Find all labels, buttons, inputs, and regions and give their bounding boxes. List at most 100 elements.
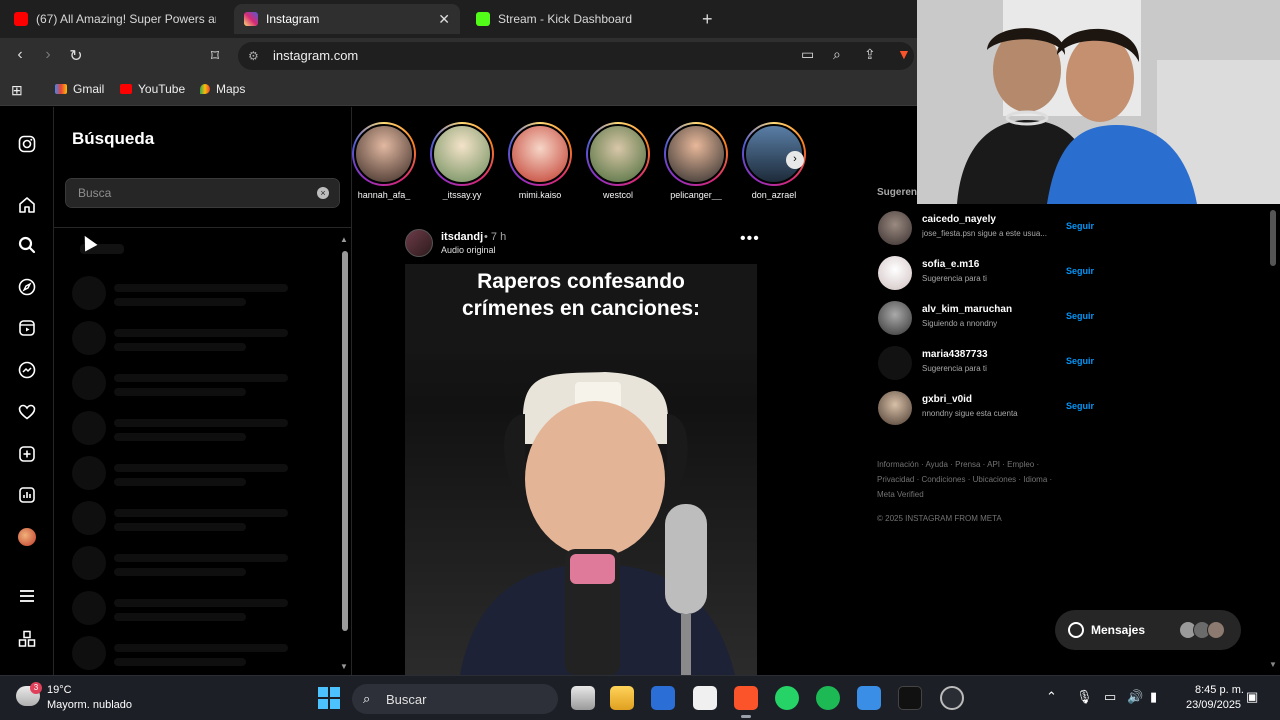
avatar[interactable] bbox=[878, 301, 912, 335]
page-scrollbar[interactable]: ▼ bbox=[1266, 204, 1280, 675]
reels-icon[interactable] bbox=[17, 318, 37, 338]
task-view-icon[interactable] bbox=[571, 686, 595, 710]
display-icon[interactable]: ▭ bbox=[1104, 689, 1116, 705]
more-options-icon[interactable]: ••• bbox=[740, 230, 760, 248]
start-button[interactable] bbox=[318, 687, 340, 709]
notifications-icon[interactable]: ▣ bbox=[1246, 689, 1258, 705]
search-input[interactable] bbox=[65, 178, 340, 208]
spotify-icon[interactable] bbox=[816, 686, 840, 710]
new-tab-button[interactable]: + bbox=[702, 9, 713, 30]
battery-icon[interactable]: ▮ bbox=[1150, 689, 1157, 705]
scroll-up-icon[interactable]: ▲ bbox=[340, 235, 348, 244]
stories-next-button[interactable]: › bbox=[786, 151, 804, 169]
footer-line[interactable]: Meta Verified bbox=[877, 487, 1077, 502]
suggestion-username[interactable]: gxbri_v0id bbox=[922, 394, 972, 405]
follow-button[interactable]: Seguir bbox=[1066, 401, 1094, 411]
calculator-icon[interactable] bbox=[857, 686, 881, 710]
story-item[interactable]: westcol bbox=[583, 122, 653, 200]
more-apps-icon[interactable] bbox=[17, 629, 37, 649]
avatar[interactable] bbox=[878, 256, 912, 290]
post-username[interactable]: itsdandj bbox=[441, 231, 483, 243]
brave-shield-icon[interactable]: ▼ bbox=[897, 46, 911, 62]
weather-temperature[interactable]: 19°C bbox=[47, 684, 72, 696]
story-item[interactable]: _itssay.yy bbox=[427, 122, 497, 200]
back-icon[interactable]: ‹ bbox=[10, 46, 30, 64]
follow-button[interactable]: Seguir bbox=[1066, 311, 1094, 321]
avatar[interactable] bbox=[878, 391, 912, 425]
microsoft-store-icon[interactable] bbox=[651, 686, 675, 710]
bookmark-youtube[interactable]: YouTube bbox=[120, 82, 185, 96]
zoom-icon[interactable]: ⌕ bbox=[833, 46, 841, 63]
apps-grid-icon[interactable]: ⊞ bbox=[11, 82, 23, 99]
suggestion-row: gxbri_v0id nnondny sigue esta cuenta Seg… bbox=[878, 391, 1098, 427]
bookmark-gmail[interactable]: Gmail bbox=[55, 82, 104, 96]
microphone-icon[interactable]: 🎙 bbox=[1076, 689, 1093, 705]
story-username: pelicanger__ bbox=[670, 190, 722, 200]
tab-youtube[interactable]: (67) All Amazing! Super Powers and U bbox=[4, 4, 230, 34]
suggestion-username[interactable]: sofia_e.m16 bbox=[922, 259, 979, 270]
profile-avatar[interactable] bbox=[17, 527, 37, 547]
post-video[interactable]: Raperos confesando crímenes en canciones… bbox=[405, 264, 757, 675]
tab-instagram[interactable]: Instagram ✕ bbox=[234, 4, 460, 34]
show-hidden-icons[interactable]: ⌃ bbox=[1046, 689, 1057, 705]
clear-search-icon[interactable]: × bbox=[317, 187, 329, 199]
search-icon[interactable] bbox=[17, 235, 37, 255]
weather-description[interactable]: Mayorm. nublado bbox=[47, 699, 132, 711]
bookmark-maps[interactable]: Maps bbox=[200, 82, 245, 96]
forward-icon[interactable]: › bbox=[38, 46, 58, 64]
volume-icon[interactable]: 🔊 bbox=[1127, 689, 1143, 705]
story-item[interactable]: hannah_afa_ bbox=[349, 122, 419, 200]
heart-icon[interactable] bbox=[17, 402, 37, 422]
tab-kick[interactable]: Stream - Kick Dashboard bbox=[466, 4, 692, 34]
clock-time[interactable]: 8:45 p. m. bbox=[1195, 684, 1244, 696]
suggestion-username[interactable]: caicedo_nayely bbox=[922, 214, 996, 225]
clock-date[interactable]: 23/09/2025 bbox=[1186, 699, 1241, 711]
story-username: _itssay.yy bbox=[442, 190, 482, 200]
messages-button[interactable]: Mensajes bbox=[1055, 610, 1241, 650]
share-icon[interactable]: ⇪ bbox=[864, 46, 876, 63]
obs-icon[interactable] bbox=[940, 686, 964, 710]
follow-button[interactable]: Seguir bbox=[1066, 356, 1094, 366]
bookmark-icon[interactable]: ⌑ bbox=[205, 46, 225, 66]
loading-skeleton-row bbox=[72, 591, 332, 627]
file-explorer-icon[interactable] bbox=[610, 686, 634, 710]
scrollbar-thumb[interactable] bbox=[342, 251, 348, 631]
story-item[interactable]: pelicanger__ bbox=[661, 122, 731, 200]
avatar[interactable] bbox=[878, 211, 912, 245]
dashboard-icon[interactable] bbox=[17, 485, 37, 505]
search-panel-scrollbar[interactable]: ▲ ▼ bbox=[340, 235, 350, 671]
avatar[interactable] bbox=[878, 346, 912, 380]
taskbar-search[interactable]: ⌕ Buscar bbox=[352, 684, 558, 714]
menu-icon[interactable] bbox=[17, 586, 37, 606]
messenger-icon[interactable] bbox=[17, 360, 37, 380]
create-icon[interactable] bbox=[17, 444, 37, 464]
scroll-down-icon[interactable]: ▼ bbox=[340, 662, 348, 671]
suggestion-subtitle: jose_fiesta.psn sigue a este usua... bbox=[922, 229, 1047, 238]
cast-icon[interactable]: ▭ bbox=[801, 46, 814, 63]
home-icon[interactable] bbox=[17, 195, 37, 215]
suggestion-username[interactable]: maria4387733 bbox=[922, 349, 988, 360]
story-item[interactable]: mimi.kaiso bbox=[505, 122, 575, 200]
scrollbar-thumb[interactable] bbox=[1270, 210, 1276, 266]
suggestion-username[interactable]: alv_kim_maruchan bbox=[922, 304, 1012, 315]
search-panel-title: Búsqueda bbox=[72, 129, 155, 148]
suggestion-row: alv_kim_maruchan Siguiendo a nnondny Seg… bbox=[878, 301, 1098, 337]
scroll-down-icon[interactable]: ▼ bbox=[1269, 660, 1277, 669]
whatsapp-icon[interactable] bbox=[775, 686, 799, 710]
footer-line[interactable]: Información · Ayuda · Prensa · API · Emp… bbox=[877, 457, 1077, 472]
follow-button[interactable]: Seguir bbox=[1066, 221, 1094, 231]
notion-icon[interactable] bbox=[693, 686, 717, 710]
follow-button[interactable]: Seguir bbox=[1066, 266, 1094, 276]
post-audio-label[interactable]: Audio original bbox=[441, 245, 496, 255]
close-tab-icon[interactable]: ✕ bbox=[438, 11, 450, 28]
post-avatar[interactable] bbox=[405, 229, 433, 257]
footer-line[interactable]: Privacidad · Condiciones · Ubicaciones ·… bbox=[877, 472, 1077, 487]
brave-browser-icon[interactable] bbox=[734, 686, 758, 718]
site-info-icon[interactable]: ⚙ bbox=[248, 49, 259, 63]
suggestion-subtitle: Sugerencia para ti bbox=[922, 274, 987, 283]
tiktok-icon[interactable] bbox=[898, 686, 922, 710]
explore-icon[interactable] bbox=[17, 277, 37, 297]
reload-icon[interactable]: ↻ bbox=[66, 46, 86, 66]
webcam-overlay bbox=[917, 0, 1280, 204]
instagram-logo-icon[interactable] bbox=[17, 134, 37, 154]
